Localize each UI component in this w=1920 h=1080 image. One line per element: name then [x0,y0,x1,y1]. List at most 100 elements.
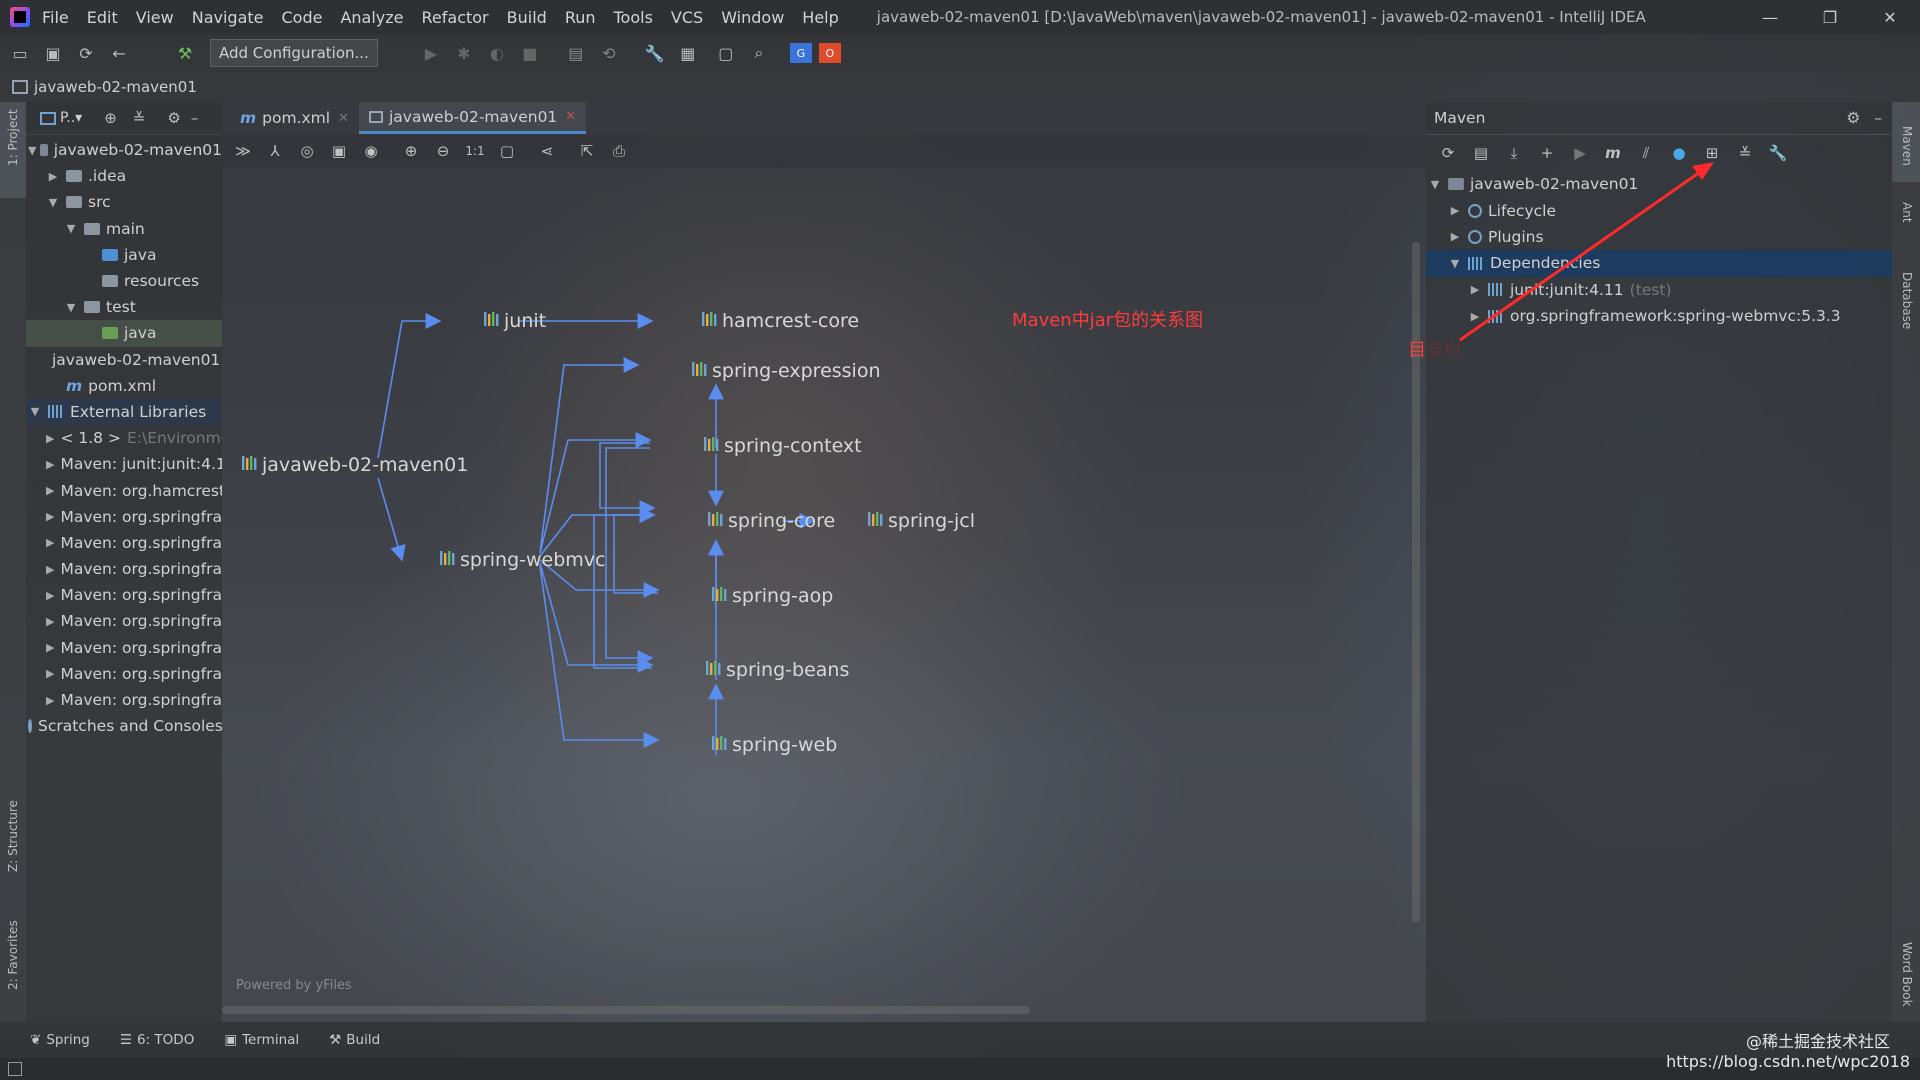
diagram-node-junit[interactable]: junit [484,310,546,332]
tree-item[interactable]: ▶ .idea [26,163,222,189]
structure-tool-label[interactable]: Z: Structure [6,800,20,872]
restore-button[interactable]: ❐ [1800,0,1860,34]
menu-code[interactable]: Code [282,8,323,27]
tree-item[interactable]: ▶ Maven: junit:junit:4.11 [26,451,222,477]
expanded-arrow-icon[interactable]: ▼ [64,301,78,314]
menu-help[interactable]: Help [802,8,838,27]
diagram-node-beans[interactable]: spring-beans [706,659,849,681]
save-icon[interactable]: ▣ [40,40,66,66]
download-icon[interactable]: ⤓ [1503,142,1525,164]
attach-icon[interactable]: ▤ [563,40,589,66]
collapse-all-icon[interactable]: ≚ [1734,142,1756,164]
tree-item[interactable]: ▶ Maven: org.springframework [26,661,222,687]
add-configuration-button[interactable]: Add Configuration... [210,39,378,67]
diagram-node-aop[interactable]: spring-aop [712,585,833,607]
collapsed-arrow-icon[interactable]: ▶ [46,536,54,549]
diagram-node-expression[interactable]: spring-expression [692,360,881,382]
tree-item[interactable]: ▼ main [26,216,222,242]
tree-item[interactable]: ▶ junit:junit:4.11 (test) [1426,277,1892,303]
generate-sources-icon[interactable]: ▤ [1470,142,1492,164]
actual-size-icon[interactable]: 1:1 [464,140,486,162]
tree-item[interactable]: ▶ Maven: org.springframework [26,687,222,713]
wordbook-tool-label[interactable]: Word Book [1900,942,1914,1007]
collapsed-arrow-icon[interactable]: ▶ [46,615,54,628]
print-icon[interactable]: ⎙ [608,140,630,162]
close-tab-icon[interactable]: ✕ [338,111,349,126]
breadcrumb-project[interactable]: javaweb-02-maven01 [34,78,197,96]
fit-content-icon[interactable]: ▣ [328,140,350,162]
execute-goal-icon[interactable]: m [1602,142,1624,164]
share-icon[interactable]: ⋖ [536,140,558,162]
tree-item[interactable]: ▼ test [26,294,222,320]
settings-gear-icon[interactable]: ⚙ [167,109,180,127]
menu-view[interactable]: View [136,8,174,27]
expanded-arrow-icon[interactable]: ▼ [28,405,42,418]
tree-item[interactable]: ▼ src [26,189,222,215]
project-structure-icon[interactable]: ▦ [675,40,701,66]
tree-item[interactable]: java [26,242,222,268]
collapsed-arrow-icon[interactable]: ▶ [1448,204,1462,217]
expanded-arrow-icon[interactable]: ▼ [64,222,78,235]
expanded-arrow-icon[interactable]: ▼ [1428,178,1442,191]
visibility-icon[interactable]: ◉ [360,140,382,162]
back-icon[interactable]: ← [106,40,132,66]
show-conflicts-icon[interactable]: ≫ [232,140,254,162]
tree-item[interactable]: ▶ Maven: org.springframework [26,608,222,634]
open-folder-icon[interactable]: ▭ [7,40,33,66]
status-toggle-icon[interactable] [8,1062,22,1076]
collapsed-arrow-icon[interactable]: ▶ [46,170,60,183]
zoom-in-icon[interactable]: ⊕ [400,140,422,162]
tree-item[interactable]: ▶ Maven: org.springframework [26,635,222,661]
find-icon[interactable]: ◎ [296,140,318,162]
collapsed-arrow-icon[interactable]: ▶ [1468,310,1482,323]
maven-tool-label[interactable]: Maven [1900,126,1914,166]
menu-window[interactable]: Window [721,8,784,27]
collapsed-arrow-icon[interactable]: ▶ [46,589,54,602]
diagram-node-webmvc[interactable]: spring-webmvc [440,549,606,571]
expanded-arrow-icon[interactable]: ▼ [46,196,60,209]
collapsed-arrow-icon[interactable]: ▶ [46,510,54,523]
horizontal-scrollbar[interactable] [222,1006,1030,1014]
office-plugin-icon[interactable]: O [818,43,841,63]
layout-icon[interactable]: ⅄ [264,140,286,162]
tree-item[interactable]: ▶ org.springframework:spring-webmvc:5.3.3 [1426,303,1892,329]
tree-item[interactable]: ▶ Maven: org.hamcrest [26,477,222,503]
bottom-tab-todo[interactable]: ☰ 6: TODO [120,1032,194,1048]
search-icon[interactable]: ⌕ [746,40,772,66]
collapsed-arrow-icon[interactable]: ▶ [46,484,54,497]
sync-icon[interactable]: ⟳ [73,40,99,66]
favorites-tool-label[interactable]: 2: Favorites [6,920,20,990]
tree-item[interactable]: ▶ Maven: org.springframework [26,556,222,582]
menu-navigate[interactable]: Navigate [192,8,264,27]
tree-item[interactable]: m pom.xml [26,373,222,399]
diagram-node-root[interactable]: javaweb-02-maven01 [242,454,468,476]
collapsed-arrow-icon[interactable]: ▶ [46,563,54,576]
close-tab-icon[interactable]: ✕ [565,109,576,124]
reload-icon[interactable]: ⟳ [1437,142,1459,164]
collapsed-arrow-icon[interactable]: ▶ [46,432,54,445]
close-button[interactable]: ✕ [1860,0,1920,34]
collapsed-arrow-icon[interactable]: ▶ [46,458,54,471]
project-view-selector[interactable]: P..▾ [60,110,82,126]
diagram-node-core[interactable]: spring-core [708,510,835,532]
expanded-arrow-icon[interactable]: ▼ [28,144,36,157]
tree-item[interactable]: ▶ < 1.8 > E:\Environment [26,425,222,451]
tab-pom-xml[interactable]: m pom.xml ✕ [230,102,359,134]
terminal-icon[interactable]: ▢ [713,40,739,66]
tree-item[interactable]: ▼ External Libraries [26,398,222,426]
menu-build[interactable]: Build [507,8,547,27]
diagram-node-jcl[interactable]: spring-jcl [868,510,975,532]
expanded-arrow-icon[interactable]: ▼ [1448,257,1462,270]
maven-settings-icon[interactable]: ⚙ [1846,109,1860,127]
collapsed-arrow-icon[interactable]: ▶ [46,667,54,680]
diagram-node-web[interactable]: spring-web [712,734,837,756]
bottom-tab-spring[interactable]: ❦ Spring [30,1032,90,1048]
tree-item[interactable]: resources [26,268,222,294]
menu-refactor[interactable]: Refactor [422,8,489,27]
menu-analyze[interactable]: Analyze [340,8,403,27]
toggle-offline-icon[interactable]: ⫽ [1635,142,1657,164]
tree-item[interactable]: ▼ javaweb-02-maven01 [26,137,222,163]
tree-item[interactable]: ▼ Dependencies [1426,250,1892,277]
collapsed-arrow-icon[interactable]: ▶ [46,694,54,707]
run-maven-icon[interactable]: ▶ [1569,142,1591,164]
